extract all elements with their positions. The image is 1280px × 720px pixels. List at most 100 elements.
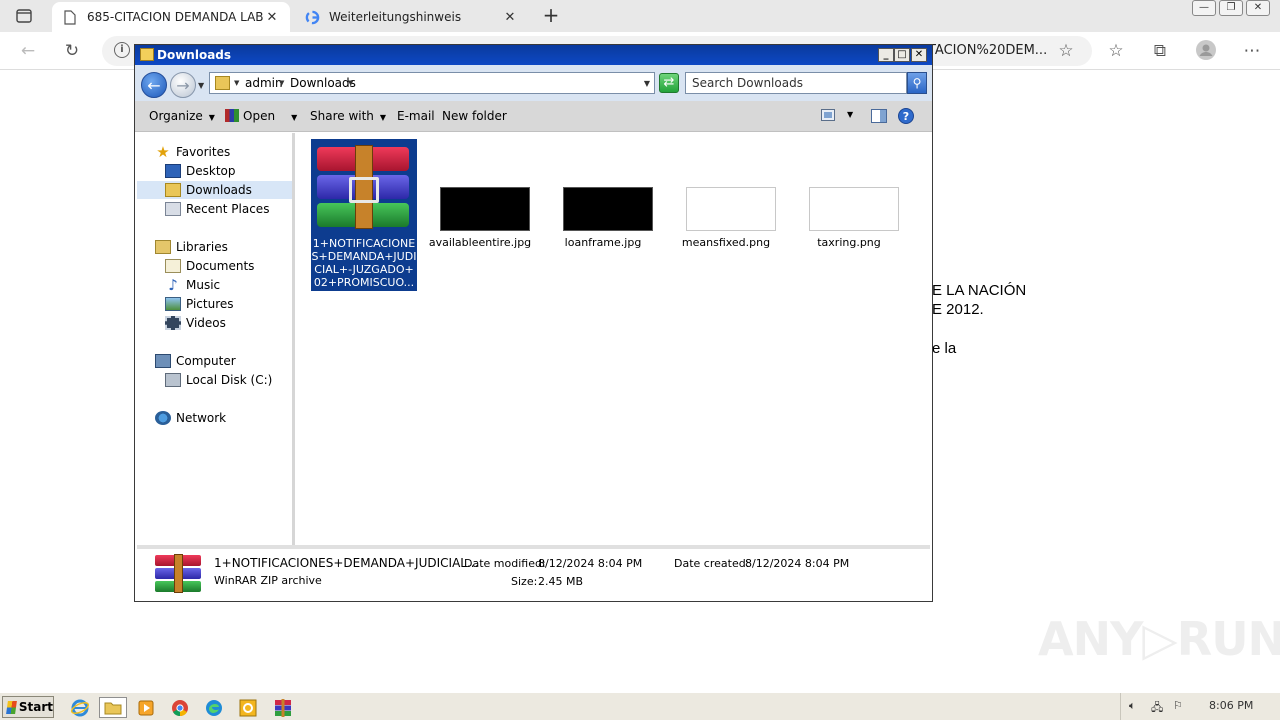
network-status-icon[interactable]: 🖧︎	[1151, 699, 1163, 718]
action-center-flag-icon[interactable]: ⚐	[1173, 699, 1183, 712]
reload-icon[interactable]: ↻	[60, 40, 84, 62]
close-button[interactable]: ✕	[1246, 0, 1270, 16]
nav-downloads[interactable]: Downloads	[137, 181, 292, 199]
recent-pages-dropdown[interactable]: ▼	[198, 81, 204, 90]
close-button[interactable]: ✕	[911, 48, 927, 62]
tab-actions-button[interactable]	[6, 4, 42, 28]
search-input[interactable]: Search Downloads	[685, 72, 907, 94]
collections-icon[interactable]: ⧉	[1148, 40, 1172, 62]
nav-favorites[interactable]: ★ Favorites	[155, 143, 285, 161]
taskbar-internet-explorer[interactable]	[68, 697, 92, 718]
view-dropdown-icon[interactable]: ▼	[847, 110, 853, 119]
add-favorite-icon[interactable]: ☆	[1054, 40, 1078, 62]
browser-tabstrip: 685-CITACION DEMANDA LABC ✕ Weiterleitun…	[0, 0, 1280, 32]
hard-disk-icon	[165, 373, 181, 387]
taskbar-winrar[interactable]	[271, 697, 295, 718]
new-folder-button[interactable]: New folder	[442, 109, 507, 123]
folder-icon	[140, 48, 154, 61]
volume-icon[interactable]: 🔈︎	[1129, 699, 1136, 713]
profile-avatar[interactable]	[1194, 40, 1218, 62]
taskbar-edge[interactable]	[202, 697, 226, 718]
view-icon[interactable]	[821, 109, 837, 123]
nav-libraries[interactable]: Libraries	[155, 238, 285, 256]
recent-places-icon	[165, 202, 181, 216]
forward-button[interactable]: →	[170, 72, 196, 98]
winrar-icon	[155, 554, 201, 593]
favorites-icon[interactable]: ☆	[1104, 40, 1128, 62]
libraries-icon	[155, 240, 171, 254]
nav-pictures[interactable]: Pictures	[165, 295, 289, 313]
details-size-label: Size:	[511, 575, 538, 588]
details-date-created: 8/12/2024 8:04 PM	[745, 557, 850, 570]
restore-button[interactable]: ❐	[1219, 0, 1243, 16]
minimize-button[interactable]: _	[878, 48, 894, 62]
breadcrumb-downloads[interactable]: Downloads	[290, 76, 356, 90]
organize-button[interactable]: Organize ▼	[149, 109, 215, 123]
maximize-button[interactable]: □	[894, 48, 910, 62]
file-name: loanframe.jpg	[564, 236, 642, 249]
back-button[interactable]: ←	[141, 72, 167, 98]
navigation-pane: ★ Favorites Desktop Downloads Recent Plac…	[137, 133, 295, 545]
system-tray: 🔈︎ 🖧︎ ⚐ 8:06 PM	[1120, 693, 1280, 720]
tab-close-icon[interactable]: ✕	[502, 10, 518, 25]
breadcrumb-admin[interactable]: admin	[245, 76, 283, 90]
file-item-loanframe[interactable]: loanframe.jpg	[550, 139, 656, 291]
taskbar-media-player[interactable]	[134, 697, 158, 718]
browser-window-controls: — ❐ ✕	[1192, 0, 1270, 16]
nav-desktop[interactable]: Desktop	[165, 162, 289, 180]
taskbar-outlook[interactable]	[236, 697, 260, 718]
taskbar-chrome[interactable]	[168, 697, 192, 718]
nav-label: Desktop	[186, 164, 236, 178]
nav-computer[interactable]: Computer	[155, 352, 285, 370]
tab-title: 685-CITACION DEMANDA LABC	[87, 10, 264, 24]
preview-pane-icon[interactable]	[871, 109, 887, 123]
taskbar-explorer[interactable]	[99, 697, 127, 718]
details-pane: 1+NOTIFICACIONES+DEMANDA+JUDICIAL... Win…	[137, 545, 930, 601]
winrar-icon	[225, 109, 239, 122]
nav-network[interactable]: Network	[155, 409, 285, 427]
nav-local-disk[interactable]: Local Disk (C:)	[165, 371, 289, 389]
minimize-button[interactable]: —	[1192, 0, 1216, 16]
music-note-icon: ♪	[168, 276, 178, 294]
more-options-icon[interactable]: ⋯	[1240, 40, 1264, 62]
edge-icon	[206, 699, 222, 716]
address-dropdown[interactable]: ▼	[644, 79, 650, 88]
breadcrumb-arrow-icon[interactable]: ▼	[279, 79, 284, 87]
start-button[interactable]: Start	[2, 696, 54, 718]
info-icon[interactable]: i	[114, 42, 130, 58]
email-button[interactable]: E-mail	[397, 109, 435, 123]
pictures-icon	[165, 297, 181, 311]
nav-label: Pictures	[186, 297, 234, 311]
open-button[interactable]: Open ▼	[225, 109, 297, 123]
new-tab-button[interactable]: +	[538, 4, 564, 28]
taskbar: Start 🔈︎ 🖧︎ ⚐ 8:06 PM	[0, 692, 1280, 720]
breadcrumb[interactable]: ▼ admin ▼ Downloads ▼ ▼	[209, 72, 655, 94]
chevron-down-icon: ▼	[379, 113, 387, 122]
file-item-taxring[interactable]: taxring.png	[796, 139, 902, 291]
refresh-button[interactable]: ⇄	[659, 73, 679, 93]
tab-close-icon[interactable]: ✕	[264, 10, 280, 25]
nav-recent-places[interactable]: Recent Places	[165, 200, 289, 218]
tab-citacion[interactable]: 685-CITACION DEMANDA LABC ✕	[52, 2, 290, 32]
file-item-availableentire[interactable]: availableentire.jpg	[427, 139, 533, 291]
breadcrumb-arrow-icon[interactable]: ▼	[234, 79, 239, 87]
page-text-line: E LA NACIÓN	[932, 282, 1027, 299]
nav-music[interactable]: ♪ Music	[165, 276, 289, 294]
chevron-down-icon: ▼	[208, 113, 215, 122]
nav-videos[interactable]: Videos	[165, 314, 289, 332]
breadcrumb-arrow-icon[interactable]: ▼	[348, 79, 353, 87]
back-arrow-icon[interactable]: ←	[16, 40, 40, 62]
desktop-icon	[165, 164, 181, 178]
tab-weiterleitung[interactable]: Weiterleitungshinweis ✕	[294, 2, 528, 32]
clock[interactable]: 8:06 PM	[1209, 699, 1253, 712]
folder-icon	[104, 702, 122, 715]
search-icon[interactable]: ⚲	[907, 72, 927, 94]
file-item-winrar-archive[interactable]: 1+NOTIFICACIONES+DEMANDA+JUDICIAL+-JUZGA…	[311, 139, 417, 291]
file-thumbnail	[440, 187, 530, 231]
nav-documents[interactable]: Documents	[165, 257, 289, 275]
help-button[interactable]: ?	[898, 108, 914, 124]
file-item-meansfixed[interactable]: meansfixed.png	[673, 139, 779, 291]
share-with-button[interactable]: Share with ▼	[310, 109, 386, 123]
explorer-titlebar[interactable]: Downloads _ □ ✕	[135, 45, 932, 65]
folder-icon	[215, 76, 230, 90]
